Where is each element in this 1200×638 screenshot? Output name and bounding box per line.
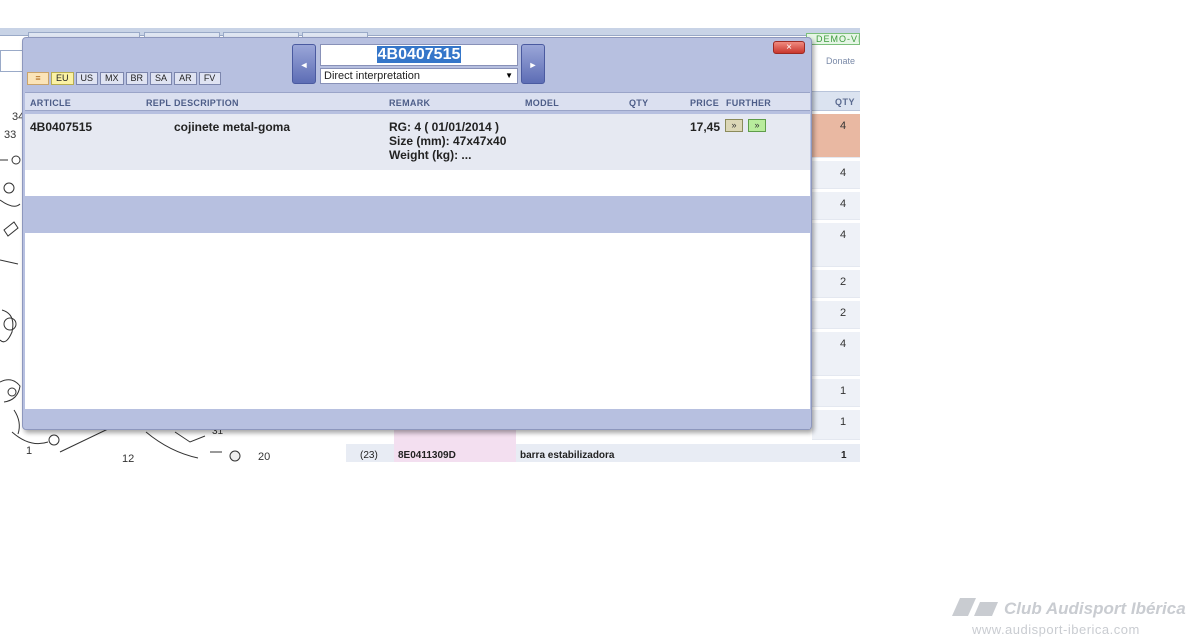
details-panel [25, 233, 810, 409]
column-further[interactable]: FURTHER [726, 98, 771, 108]
bg-table-row[interactable]: (23) 8E0411309D barra estabilizadora 1 [346, 428, 860, 462]
diagram-label: 1 [26, 445, 32, 457]
row-price: 17,45 [690, 120, 721, 134]
bg-qty-cell: 2 [812, 301, 860, 329]
bg-qty-cell: 1 [812, 410, 860, 440]
watermark-title: Club Audisport Ibérica [1004, 599, 1186, 618]
remark-line: Size (mm): 47x47x40 [389, 134, 507, 148]
column-description[interactable]: DESCRIPTION [174, 98, 239, 108]
row-position: (23) [360, 450, 378, 461]
bg-qty-cell: 4 [812, 114, 860, 158]
region-mx-button[interactable]: MX [100, 72, 124, 85]
table-row[interactable]: 4B0407515 cojinete metal-goma RG: 4 ( 01… [25, 114, 810, 170]
region-sa-button[interactable]: SA [150, 72, 173, 85]
bg-qty-cell: 4 [812, 332, 860, 376]
part-number-input[interactable]: 4B0407515 [320, 44, 518, 66]
row-remark: RG: 4 ( 01/01/2014 ) Size (mm): 47x47x40… [389, 120, 506, 162]
results-table-body: 4B0407515 cojinete metal-goma RG: 4 ( 01… [25, 114, 810, 196]
demo-badge: DEMO-VI [806, 33, 860, 45]
column-model[interactable]: MODEL [525, 98, 559, 108]
column-remark[interactable]: REMARK [389, 98, 430, 108]
interpretation-select[interactable]: Direct interpretation ▼ [320, 68, 518, 84]
further-cart-button[interactable]: » [748, 119, 766, 132]
previous-button[interactable]: ◄ [292, 44, 316, 84]
region-br-button[interactable]: BR [125, 72, 149, 85]
bg-qty-header: QTY [835, 97, 856, 107]
club-logo-icon [952, 598, 998, 616]
row-part-number: 8E0411309D [398, 450, 456, 461]
row-qty: 1 [841, 450, 847, 461]
results-table-header: ARTICLE REPL DESCRIPTION REMARK MODEL QT… [25, 92, 810, 111]
region-selector: ≡ EU US MX BR SA AR FV [27, 72, 221, 85]
row-article: 4B0407515 [30, 120, 93, 134]
diagram-label: 33 [4, 129, 16, 141]
further-info-button[interactable]: » [725, 119, 743, 132]
part-search-dialog: × ≡ EU US MX BR SA AR FV ◄ 4B0407515 Dir… [22, 37, 812, 430]
bg-qty-cell: 4 [812, 223, 860, 267]
region-ar-button[interactable]: AR [174, 72, 197, 85]
donate-link[interactable]: Donate [826, 56, 855, 66]
dialog-footer [25, 409, 810, 429]
bg-qty-cell: 4 [812, 192, 860, 220]
section-divider [25, 196, 810, 233]
region-menu-button[interactable]: ≡ [27, 72, 49, 85]
parts-diagram-bottom: 31 12 20 1 [11, 428, 270, 462]
region-fv-button[interactable]: FV [198, 72, 221, 85]
diagram-label: 20 [258, 451, 270, 462]
bg-qty-cell: 2 [812, 270, 860, 298]
left-dropdown[interactable] [0, 50, 24, 72]
column-repl[interactable]: REPL [146, 98, 171, 108]
column-qty[interactable]: QTY [629, 98, 648, 108]
watermark: Club Audisport Ibérica www.audisport-ibe… [952, 596, 1200, 638]
close-button[interactable]: × [773, 41, 805, 54]
region-eu-button[interactable]: EU [51, 72, 74, 85]
column-price[interactable]: PRICE [690, 98, 719, 108]
remark-line: RG: 4 ( 01/01/2014 ) [389, 120, 500, 134]
remark-line: Weight (kg): ... [389, 148, 472, 162]
watermark-url: www.audisport-iberica.com [972, 622, 1140, 637]
interpretation-selected: Direct interpretation [324, 70, 420, 82]
part-number-value: 4B0407515 [376, 46, 462, 63]
chevron-down-icon: ▼ [505, 71, 513, 80]
row-description: barra estabilizadora [520, 450, 615, 461]
column-article[interactable]: ARTICLE [30, 98, 71, 108]
bg-qty-cell: 4 [812, 161, 860, 189]
row-description: cojinete metal-goma [174, 120, 291, 134]
bg-qty-cell: 1 [812, 379, 860, 407]
region-us-button[interactable]: US [75, 72, 99, 85]
diagram-label: 12 [122, 453, 134, 462]
next-button[interactable]: ► [521, 44, 545, 84]
